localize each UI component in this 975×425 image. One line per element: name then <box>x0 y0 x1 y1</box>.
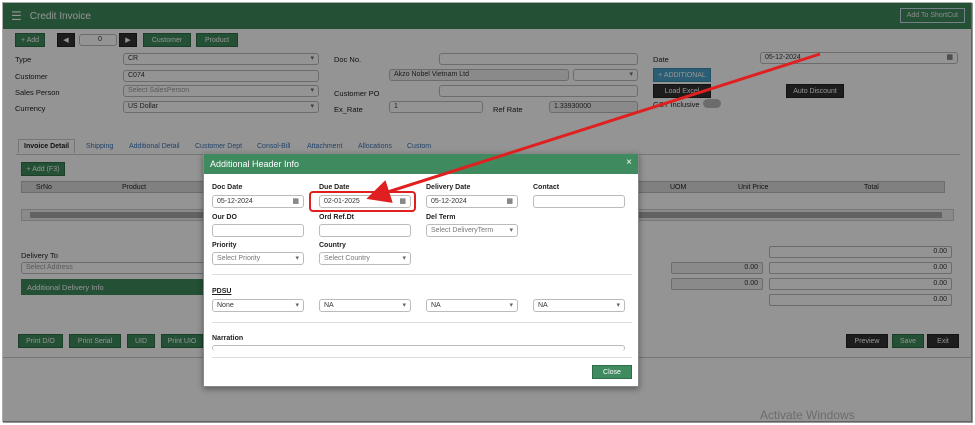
annotation-arrow <box>366 52 821 203</box>
